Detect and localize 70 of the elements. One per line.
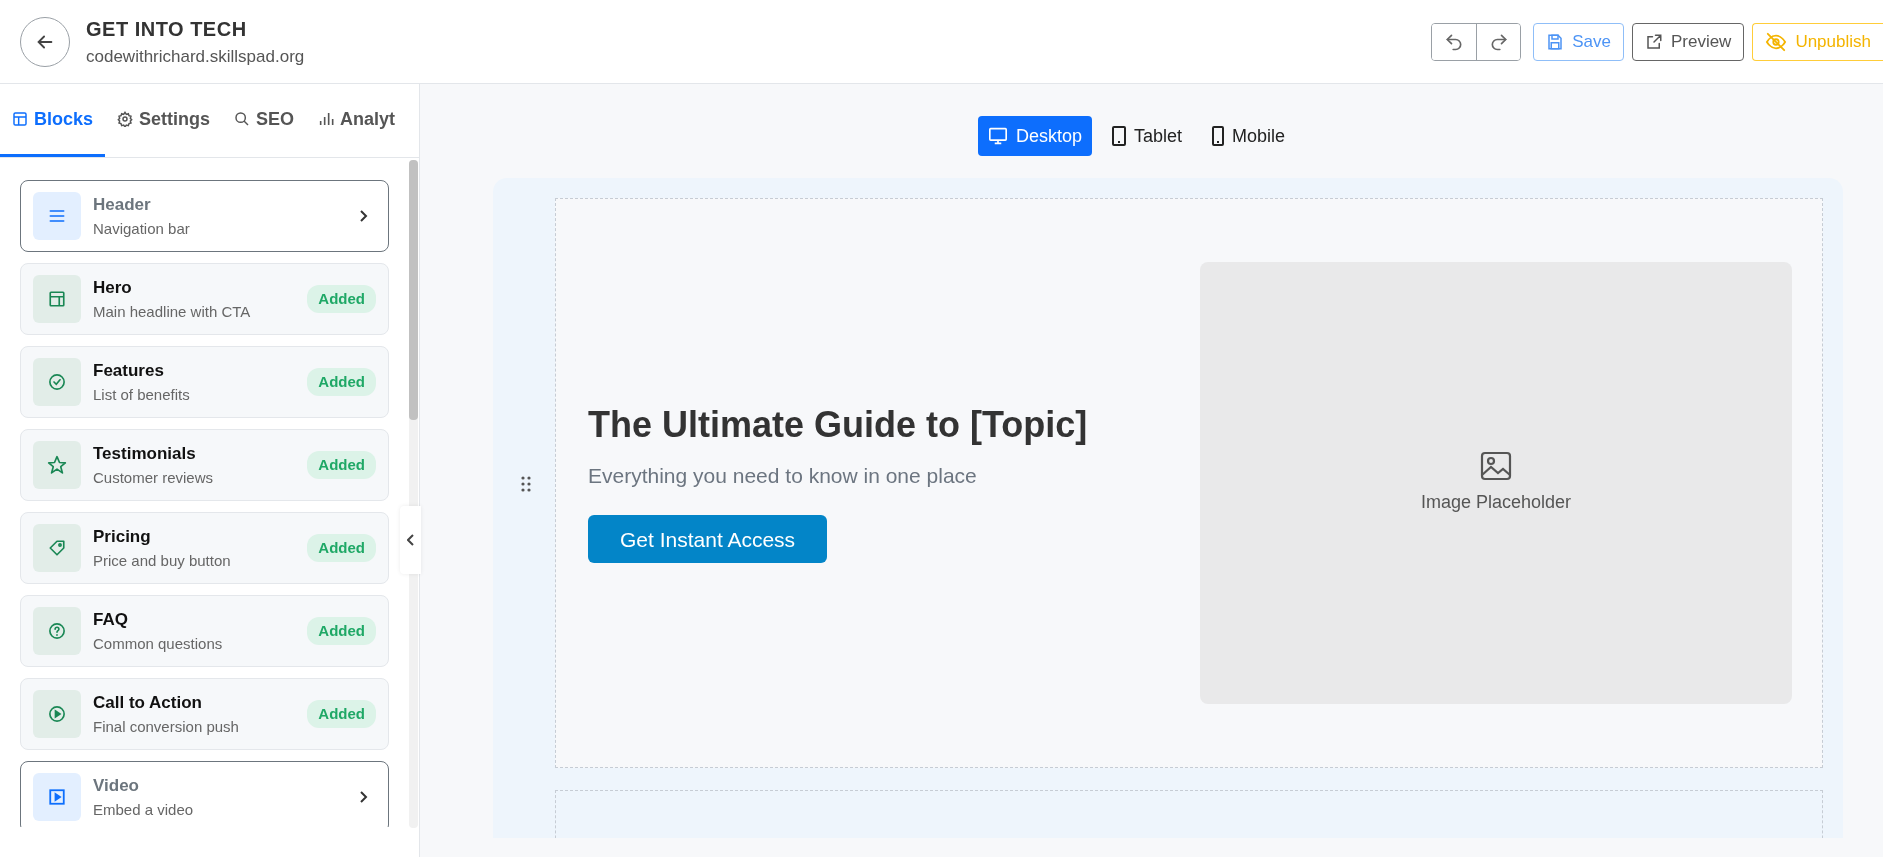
preview-button[interactable]: Preview	[1631, 22, 1745, 61]
block-item[interactable]: Features List of benefits Added	[20, 346, 389, 418]
block-description: Embed a video	[93, 799, 195, 820]
block-title: FAQ	[93, 609, 129, 631]
block-description: Navigation bar	[93, 218, 191, 239]
layout-icon	[12, 111, 28, 127]
play-circle-icon	[48, 705, 66, 723]
gear-icon	[117, 111, 134, 127]
eye-slash-icon	[1765, 31, 1788, 52]
check-circle-icon	[48, 373, 66, 391]
added-badge: Added	[307, 367, 376, 397]
layout-icon	[48, 290, 66, 308]
block-title: Video	[93, 775, 140, 797]
cta-button[interactable]: Get Instant Access	[588, 515, 828, 564]
bar-chart-icon	[318, 111, 335, 127]
tablet-icon	[1112, 126, 1126, 146]
tag-icon	[48, 539, 66, 557]
block-item[interactable]: Hero Main headline with CTA Added	[20, 263, 389, 335]
block-description: Price and buy button	[93, 550, 232, 571]
block-title: Header	[93, 194, 152, 216]
block-item[interactable]: Testimonials Customer reviews Added	[20, 429, 389, 501]
question-circle-icon	[48, 622, 66, 640]
added-badge: Added	[307, 284, 376, 314]
chevron-left-icon	[406, 534, 415, 546]
monitor-icon	[987, 127, 1008, 145]
block-description: Final conversion push	[93, 716, 240, 737]
sidebar-tab[interactable]: Settings	[105, 84, 223, 157]
block-item[interactable]: Header Navigation bar	[20, 180, 389, 252]
chevron-right-icon	[359, 209, 368, 223]
phone-icon	[1212, 126, 1225, 146]
added-badge: Added	[307, 533, 376, 563]
redo-button[interactable]	[1476, 23, 1521, 60]
placeholder-label: Image Placeholder	[1420, 490, 1572, 514]
hero-heading: The Ultimate Guide to [Topic]	[588, 402, 1089, 446]
block-title: Call to Action	[93, 692, 203, 714]
block-description: Main headline with CTA	[93, 301, 252, 322]
block-description: Customer reviews	[93, 467, 215, 488]
back-button[interactable]	[20, 16, 70, 67]
drag-handle-icon[interactable]	[520, 475, 532, 493]
site-url: codewithrichard.skillspad.org	[86, 45, 305, 68]
sidebar-tab[interactable]: Analyt	[306, 84, 408, 157]
device-tab[interactable]: Tablet	[1102, 116, 1193, 156]
external-link-icon	[1644, 32, 1663, 51]
device-tab[interactable]: Mobile	[1202, 116, 1296, 156]
scrollbar-thumb[interactable]	[409, 160, 418, 420]
sidebar-tab[interactable]: Blocks	[0, 84, 106, 157]
block-title: Testimonials	[93, 443, 197, 465]
device-tab[interactable]: Desktop	[977, 116, 1092, 156]
search-icon	[234, 111, 251, 127]
hero-subheading: Everything you need to know in one place	[588, 462, 978, 489]
block-item[interactable]: Pricing Price and buy button Added	[20, 512, 389, 584]
chevron-right-icon	[359, 790, 368, 804]
star-icon	[47, 455, 67, 475]
block-title: Pricing	[93, 526, 152, 548]
collapse-handle[interactable]	[400, 506, 421, 574]
block-title: Features	[93, 360, 165, 382]
video-icon	[48, 788, 66, 806]
hero-section[interactable]: The Ultimate Guide to [Topic] Everything you need to know in one place Get Instant Access Image Placeholder	[555, 198, 1823, 768]
added-badge: Added	[307, 450, 376, 480]
added-badge: Added	[307, 699, 376, 729]
block-item[interactable]: Call to Action Final conversion push Added	[20, 678, 389, 750]
block-title: Hero	[93, 277, 133, 299]
block-item[interactable]: FAQ Common questions Added	[20, 595, 389, 667]
image-icon	[1480, 450, 1512, 481]
block-description: Common questions	[93, 633, 224, 654]
block-description: List of benefits	[93, 384, 191, 405]
site-title: GET INTO TECH	[86, 16, 248, 42]
sidebar-tab[interactable]: SEO	[222, 84, 307, 157]
added-badge: Added	[307, 616, 376, 646]
block-item[interactable]: Video Embed a video	[20, 761, 389, 827]
